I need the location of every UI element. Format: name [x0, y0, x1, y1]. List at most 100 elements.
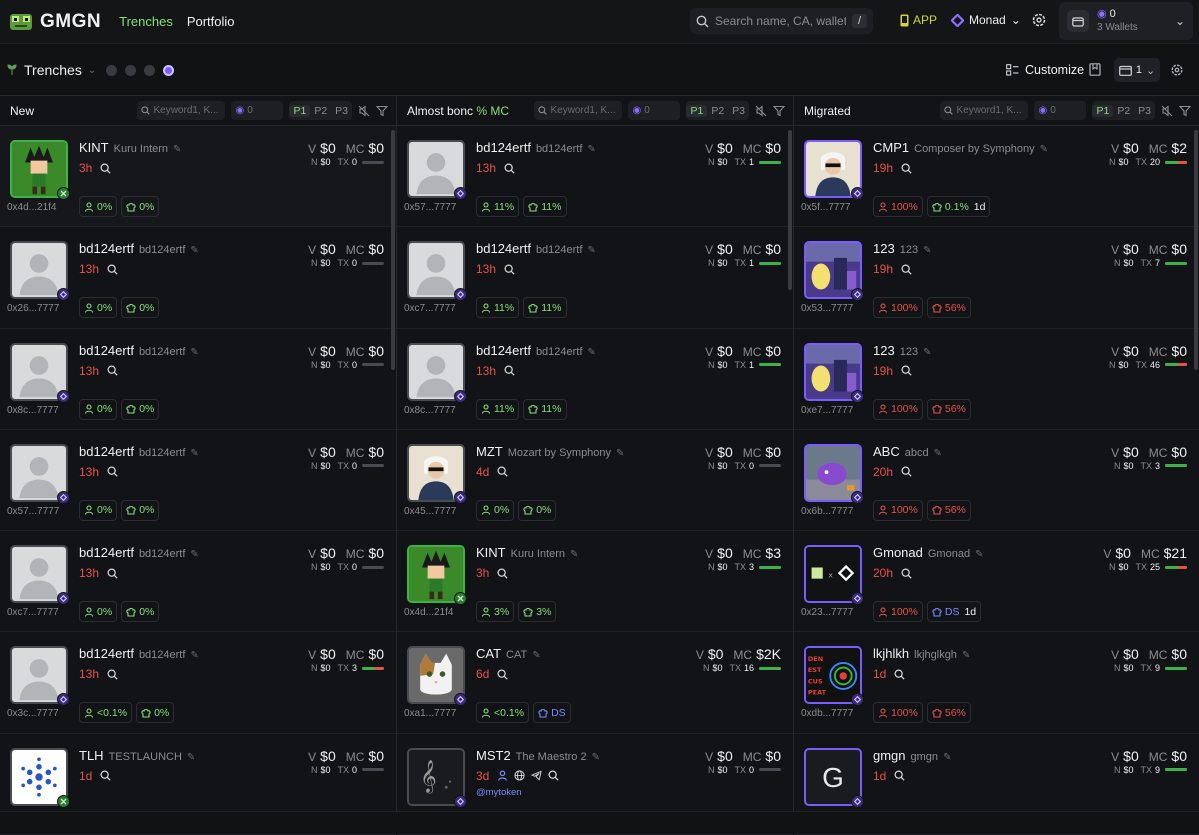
edit-pencil-icon[interactable]: ✎ — [570, 549, 578, 560]
top10-holders-badge[interactable]: 0% — [79, 499, 118, 521]
search-icon[interactable] — [107, 264, 118, 275]
search-icon[interactable] — [894, 669, 905, 680]
top10-holders-badge[interactable]: 0% — [476, 499, 515, 521]
tab-p1[interactable]: P1 — [686, 104, 708, 117]
globe-icon[interactable] — [514, 770, 525, 781]
top10-holders-badge[interactable]: <0.1% — [476, 702, 530, 724]
keyword-filter-input[interactable]: Keyword1, K... — [137, 101, 226, 120]
edit-pencil-icon[interactable]: ✎ — [190, 347, 198, 358]
search-icon[interactable] — [901, 365, 912, 376]
column-scrollbar[interactable] — [1194, 130, 1198, 370]
token-row[interactable]: 0x53...7777 123 123 ✎ 19h 100% 56% V $0 MC $0 N $0 TX… — [794, 227, 1199, 329]
search-icon[interactable] — [497, 568, 508, 579]
search-icon[interactable] — [901, 162, 912, 174]
token-row[interactable]: 0x4d...21f4 KINT Kuru Intern ✎ 3h 3% 3% V $0 MC $3… — [397, 531, 793, 633]
token-row[interactable]: 0x4d...21f4 KINT Kuru Intern ✎ 3h 0% 0% V $0 MC $0… — [0, 126, 396, 228]
search-icon[interactable] — [107, 568, 118, 579]
search-input[interactable]: Search name, CA, wallet — [715, 14, 846, 28]
keyword-filter-input[interactable]: Keyword1, K... — [940, 101, 1029, 120]
contract-address[interactable]: 0x4d...21f4 — [7, 202, 56, 213]
dev-holding-badge[interactable]: 0% — [121, 297, 160, 319]
top10-holders-badge[interactable]: 11% — [476, 398, 520, 420]
contract-address[interactable]: 0x5f...7777 — [801, 202, 850, 213]
edit-pencil-icon[interactable]: ✎ — [190, 245, 198, 256]
contract-address[interactable]: 0xe7...7777 — [801, 405, 853, 416]
top10-holders-badge[interactable]: <0.1% — [79, 702, 133, 724]
column-settings-gear-icon[interactable] — [1170, 63, 1184, 77]
mute-icon[interactable] — [358, 104, 370, 117]
edit-pencil-icon[interactable]: ✎ — [190, 448, 198, 459]
dev-holding-badge[interactable]: 3% — [518, 601, 557, 623]
tab-p1[interactable]: P1 — [289, 104, 311, 117]
top10-holders-badge[interactable]: 0% — [79, 297, 118, 319]
edit-pencil-icon[interactable]: ✎ — [592, 752, 600, 763]
top10-holders-badge[interactable]: 100% — [873, 601, 923, 623]
contract-address[interactable]: 0x4d...21f4 — [404, 607, 453, 618]
min-amount-input[interactable]: ◉ 0 — [628, 101, 681, 120]
chain-dot-3[interactable] — [144, 64, 156, 76]
edit-pencil-icon[interactable]: ✎ — [934, 448, 942, 459]
column-sort-tag[interactable]: % MC — [476, 104, 509, 118]
top10-holders-badge[interactable]: 0% — [79, 398, 118, 420]
search-icon[interactable] — [497, 466, 508, 477]
filter-icon[interactable] — [1179, 105, 1191, 117]
search-icon[interactable] — [901, 264, 912, 275]
contract-address[interactable]: 0x45...7777 — [404, 506, 456, 517]
edit-pencil-icon[interactable]: ✎ — [173, 144, 181, 155]
bookmark-icon[interactable] — [1089, 63, 1101, 76]
tab-p3[interactable]: P3 — [728, 105, 749, 117]
column-scrollbar[interactable] — [788, 130, 792, 290]
layout-selector[interactable]: 1 ⌄ — [1114, 58, 1160, 82]
token-row[interactable]: x 0x23...7777 Gmonad Gmonad ✎ 20h 100% DS 1d V $0 M… — [794, 531, 1199, 633]
column-scrollbar[interactable] — [391, 130, 395, 370]
contract-address[interactable]: 0x26...7777 — [7, 303, 59, 314]
tab-p2[interactable]: P2 — [707, 105, 728, 117]
app-download-button[interactable]: APP — [900, 13, 937, 27]
edit-pencil-icon[interactable]: ✎ — [923, 347, 931, 358]
wallet-selector[interactable]: ◉ 0 3 Wallets ⌄ — [1059, 2, 1193, 40]
token-row[interactable]: 0x8c...7777 bd124ertf bd124ertf ✎ 13h 11% 11% V… — [397, 329, 793, 430]
tab-p1[interactable]: P1 — [1092, 104, 1114, 117]
top10-holders-badge[interactable]: 0% — [79, 601, 118, 623]
dev-holding-badge[interactable]: 11% — [523, 297, 567, 319]
search-icon[interactable] — [901, 466, 912, 477]
dev-holding-badge[interactable]: 56% — [926, 702, 971, 724]
user-icon[interactable] — [497, 770, 508, 781]
top10-holders-badge[interactable]: 11% — [476, 196, 520, 217]
edit-pencil-icon[interactable]: ✎ — [587, 347, 595, 358]
mute-icon[interactable] — [755, 104, 767, 117]
edit-pencil-icon[interactable]: ✎ — [975, 549, 983, 560]
search-icon[interactable] — [548, 770, 559, 781]
search-icon[interactable] — [100, 162, 111, 174]
chain-dot-monad[interactable] — [163, 64, 175, 76]
trenches-title[interactable]: Trenches ⌄ — [6, 62, 96, 78]
edit-pencil-icon[interactable]: ✎ — [187, 752, 195, 763]
contract-address[interactable]: 0xc7...7777 — [7, 607, 59, 618]
dev-holding-badge[interactable]: 11% — [523, 398, 567, 420]
mute-icon[interactable] — [1161, 104, 1173, 117]
tab-p3[interactable]: P3 — [1134, 105, 1155, 117]
twitter-handle[interactable]: @mytoken — [476, 787, 793, 798]
keyword-filter-input[interactable]: Keyword1, K... — [534, 101, 623, 120]
top10-holders-badge[interactable]: 100% — [873, 398, 923, 420]
dev-holding-badge[interactable]: 11% — [523, 196, 567, 217]
token-row[interactable]: 0x26...7777 bd124ertf bd124ertf ✎ 13h 0% 0% V $0… — [0, 227, 396, 329]
top10-holders-badge[interactable]: 100% — [873, 702, 923, 724]
token-row[interactable]: 0xc7...7777 bd124ertf bd124ertf ✎ 13h 11% 11% V… — [397, 227, 793, 329]
edit-pencil-icon[interactable]: ✎ — [532, 650, 540, 661]
edit-pencil-icon[interactable]: ✎ — [587, 245, 595, 256]
search-icon[interactable] — [504, 162, 515, 174]
nav-trenches[interactable]: Trenches — [119, 14, 173, 29]
contract-address[interactable]: 0xdb...7777 — [801, 708, 853, 719]
filter-icon[interactable] — [376, 105, 388, 117]
contract-address[interactable]: 0x53...7777 — [801, 303, 853, 314]
customize-button[interactable]: Customize — [1006, 63, 1084, 77]
edit-pencil-icon[interactable]: ✎ — [943, 752, 951, 763]
contract-address[interactable]: 0x6b...7777 — [801, 506, 853, 517]
contract-address[interactable]: 0x8c...7777 — [404, 405, 456, 416]
token-row[interactable]: 0x57...7777 bd124ertf bd124ertf ✎ 13h 11% 11% V… — [397, 126, 793, 228]
chain-dot-2[interactable] — [125, 64, 137, 76]
contract-address[interactable]: 0x57...7777 — [7, 506, 59, 517]
search-icon[interactable] — [107, 365, 118, 376]
contract-address[interactable]: 0x23...7777 — [801, 607, 853, 618]
